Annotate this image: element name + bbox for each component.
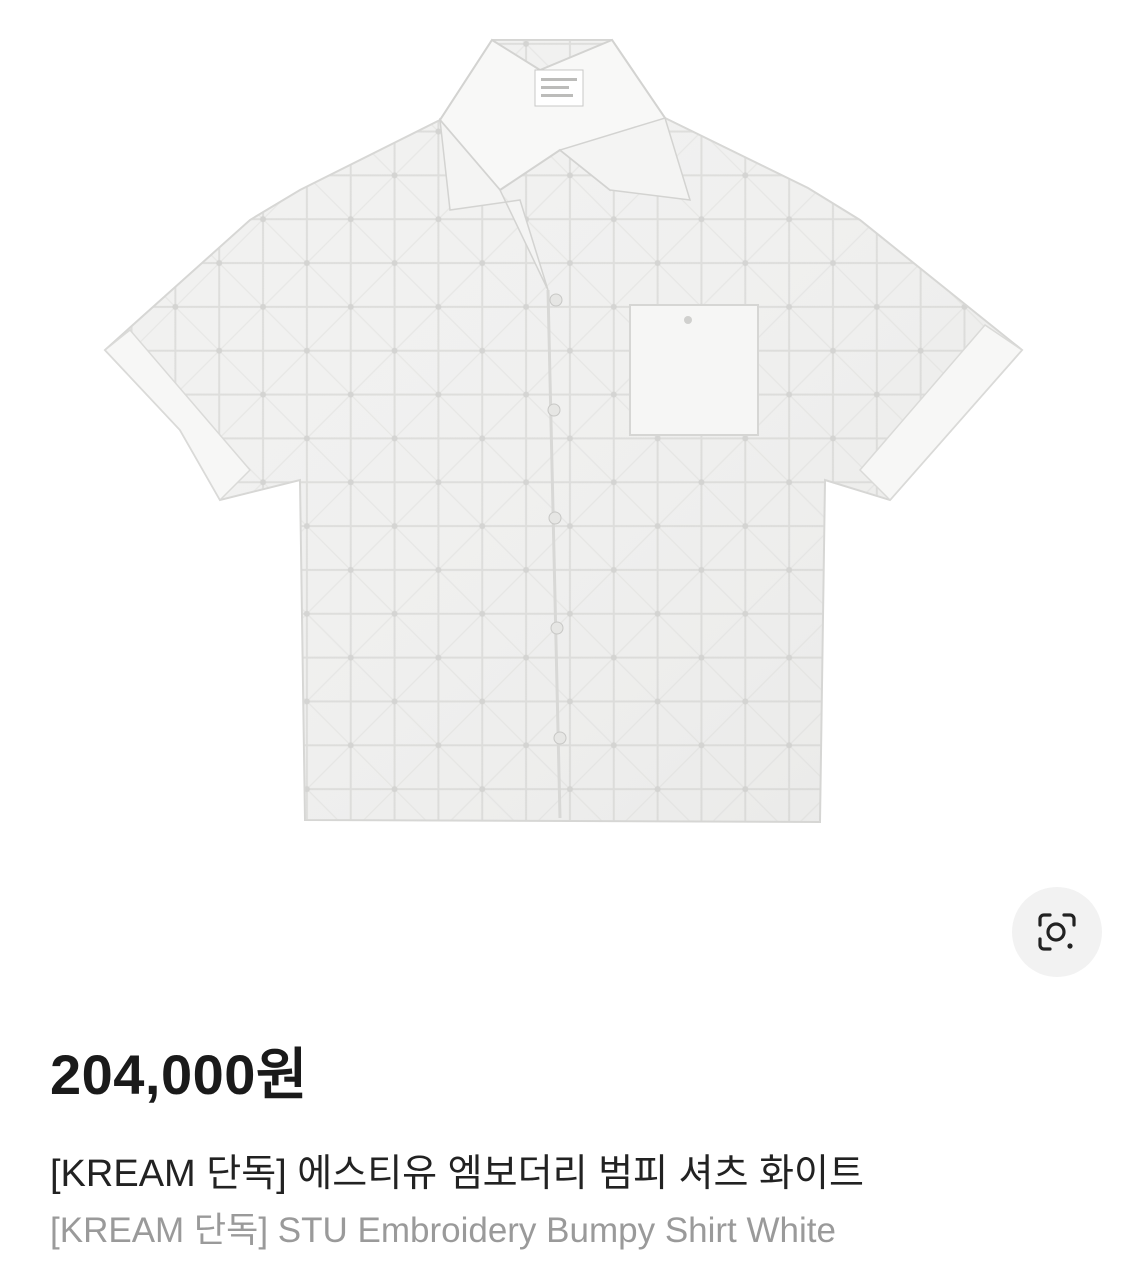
product-title-english: [KREAM 단독] STU Embroidery Bumpy Shirt Wh… [50,1211,836,1250]
product-title-korean: [KREAM 단독] 에스티유 엠보더리 범피 셔츠 화이트 [50,1153,864,1195]
lens-search-button[interactable] [1012,887,1102,977]
shirt-illustration [103,38,1024,824]
lens-search-icon [1038,913,1076,951]
product-image[interactable] [0,0,1125,1000]
product-price: 204,000원 [50,1043,308,1106]
